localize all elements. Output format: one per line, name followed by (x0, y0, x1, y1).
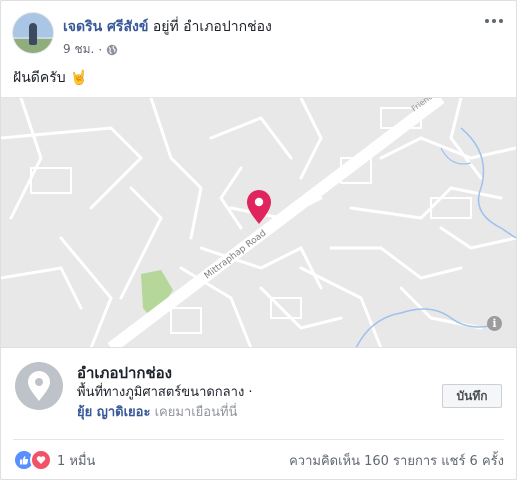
info-icon[interactable]: i (487, 316, 502, 331)
love-reaction-icon (30, 449, 52, 471)
checkin-location-text[interactable]: อยู่ที่ อำเภอปากช่อง (148, 19, 272, 35)
post-card: เจดริน ศรีสังข์ อยู่ที่ อำเภอปากช่อง 9 ช… (0, 0, 517, 480)
place-category: พื้นที่ทางภูมิศาสตร์ขนาดกลาง · (77, 385, 253, 400)
more-options-icon[interactable] (484, 15, 504, 27)
post-time[interactable]: 9 ชม. (63, 40, 94, 59)
author-name[interactable]: เจดริน ศรีสังข์ (63, 19, 148, 35)
post-header: เจดริน ศรีสังข์ อยู่ที่ อำเภอปากช่อง 9 ช… (13, 13, 504, 61)
location-pin-icon (15, 362, 63, 410)
post-text: ฝันดีครับ 🤘 (13, 70, 88, 86)
place-card[interactable]: อำเภอปากช่อง พื้นที่ทางภูมิศาสตร์ขนาดกลา… (1, 347, 516, 436)
reactions[interactable]: 1 หมื่น (13, 449, 95, 471)
map-graphic: Mittraphap Road Friend (1, 98, 516, 348)
meta-separator: · (98, 42, 103, 57)
post-meta: 9 ชม. · (63, 40, 118, 59)
reaction-count[interactable]: 1 หมื่น (57, 450, 95, 471)
avatar[interactable] (13, 13, 53, 53)
visitor-name[interactable]: ยุ้ย ญาดิเยอะ (77, 405, 150, 420)
author-line: เจดริน ศรีสังข์ อยู่ที่ อำเภอปากช่อง (63, 16, 272, 38)
save-button[interactable]: บันทึก (442, 384, 502, 408)
post-footer: 1 หมื่น ความคิดเห็น 160 รายการ แชร์ 6 คร… (13, 439, 504, 479)
comment-share-stats[interactable]: ความคิดเห็น 160 รายการ แชร์ 6 ครั้ง (289, 450, 504, 471)
globe-icon[interactable] (106, 44, 118, 56)
visitor-suffix: เคยมาเยือนที่นี่ (150, 405, 238, 420)
map[interactable]: Mittraphap Road Friend i (1, 97, 516, 348)
place-visitors: ยุ้ย ญาดิเยอะ เคยมาเยือนที่นี่ (77, 401, 237, 422)
